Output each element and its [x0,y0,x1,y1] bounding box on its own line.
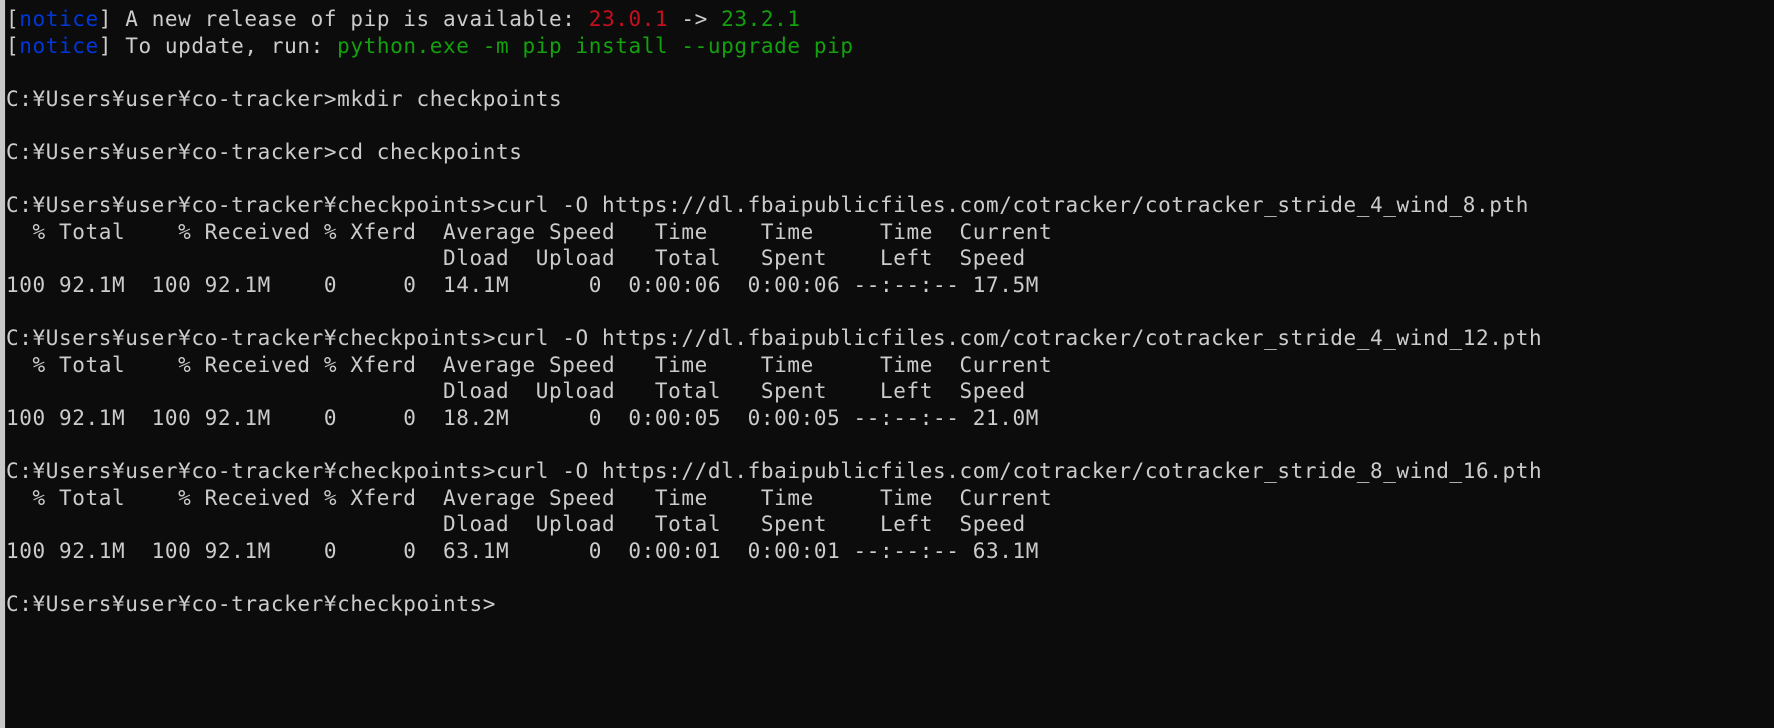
command-curl-stride-4-wind-12: C:¥Users¥user¥co-tracker¥checkpoints>cur… [6,325,1774,352]
command-cd-checkpoints: C:¥Users¥user¥co-tracker>cd checkpoints [6,139,1774,166]
command-curl-stride-8-wind-16-seg-0: C:¥Users¥user¥co-tracker¥checkpoints>cur… [6,459,1543,484]
notice-line-1-seg-4: -> [668,7,722,31]
curl-header-row-1-seg-0: % Total % Received % Xferd Average Speed… [6,352,1053,377]
curl-header-row-1: % Total % Received % Xferd Average Speed… [6,219,1774,246]
notice-line-2-seg-0: [ [6,33,20,58]
curl-header-row-1-seg-0: % Total % Received % Xferd Average Speed… [6,485,1053,510]
command-mkdir-checkpoints: C:¥Users¥user¥co-tracker>mkdir checkpoin… [6,86,1774,113]
curl-progress-row-2-seg-0: 100 92.1M 100 92.1M 0 0 18.2M 0 0:00:05 … [6,405,1039,430]
command-cd-checkpoints-seg-0: C:¥Users¥user¥co-tracker>cd checkpoints [6,139,523,164]
curl-header-row-2-seg-0: Dload Upload Total Spent Left Speed [6,246,1026,271]
notice-line-1: [notice] A new release of pip is availab… [6,6,1774,33]
curl-progress-row-1: 100 92.1M 100 92.1M 0 0 14.1M 0 0:00:06 … [6,272,1774,299]
curl-progress-row-3-seg-0: 100 92.1M 100 92.1M 0 0 63.1M 0 0:00:01 … [6,538,1039,563]
curl-header-row-2: Dload Upload Total Spent Left Speed [6,511,1774,538]
curl-header-row-2-seg-0: Dload Upload Total Spent Left Speed [6,512,1026,537]
curl-progress-row-2: 100 92.1M 100 92.1M 0 0 18.2M 0 0:00:05 … [6,405,1774,432]
command-curl-stride-4-wind-12-seg-0: C:¥Users¥user¥co-tracker¥checkpoints>cur… [6,326,1543,351]
command-curl-stride-4-wind-8-seg-0: C:¥Users¥user¥co-tracker¥checkpoints>cur… [6,193,1529,218]
command-mkdir-checkpoints-seg-0: C:¥Users¥user¥co-tracker>mkdir checkpoin… [6,86,563,111]
curl-header-row-1: % Total % Received % Xferd Average Speed… [6,485,1774,512]
curl-header-row-1-seg-0: % Total % Received % Xferd Average Speed… [6,219,1053,244]
terminal-output[interactable]: [notice] A new release of pip is availab… [6,0,1774,728]
curl-header-row-2-seg-0: Dload Upload Total Spent Left Speed [6,379,1026,404]
prompt-line-current: C:¥Users¥user¥co-tracker¥checkpoints> [6,591,1774,618]
curl-progress-row-3: 100 92.1M 100 92.1M 0 0 63.1M 0 0:00:01 … [6,538,1774,565]
terminal-window: [notice] A new release of pip is availab… [0,0,1774,728]
curl-header-row-2: Dload Upload Total Spent Left Speed [6,245,1774,272]
notice-line-2-seg-1: notice [19,33,99,58]
notice-line-1-seg-0: [ [6,7,20,31]
notice-line-1-seg-3: 23.0.1 [588,7,669,31]
curl-header-row-1: % Total % Received % Xferd Average Speed… [6,352,1774,379]
prompt-line-current-seg-0: C:¥Users¥user¥co-tracker¥checkpoints> [6,592,496,617]
command-curl-stride-4-wind-8: C:¥Users¥user¥co-tracker¥checkpoints>cur… [6,192,1774,219]
notice-line-1-seg-1: notice [19,7,99,31]
notice-line-2-seg-2: ] To update, run: [98,33,338,58]
curl-header-row-2: Dload Upload Total Spent Left Speed [6,378,1774,405]
notice-line-2: [notice] To update, run: python.exe -m p… [6,33,1774,60]
notice-line-1-seg-2: ] A new release of pip is available: [98,7,589,31]
curl-progress-row-1-seg-0: 100 92.1M 100 92.1M 0 0 14.1M 0 0:00:06 … [6,272,1039,297]
command-curl-stride-8-wind-16: C:¥Users¥user¥co-tracker¥checkpoints>cur… [6,458,1774,485]
notice-line-2-seg-3: python.exe -m pip install --upgrade pip [337,33,854,58]
notice-line-1-seg-5: 23.2.1 [721,7,801,31]
